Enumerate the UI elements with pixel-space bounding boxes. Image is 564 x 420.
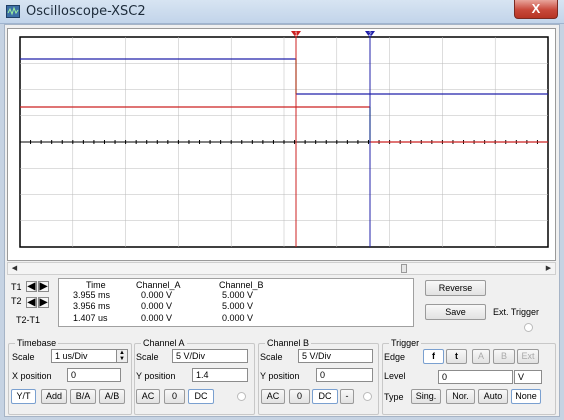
- t1-label: T1: [11, 282, 22, 292]
- channel-b-y-position-label: Y position: [260, 371, 300, 381]
- timebase-scale-field[interactable]: 1 us/Div: [51, 349, 117, 363]
- mode-add-button[interactable]: Add: [41, 389, 67, 404]
- channel-a-title: Channel A: [141, 338, 187, 348]
- t2-time: 3.956 ms: [73, 301, 111, 311]
- trigger-level-label: Level: [384, 371, 406, 381]
- channel-b-dc-button[interactable]: DC: [312, 389, 338, 404]
- timebase-title: Timebase: [15, 338, 59, 348]
- mode-ba-button[interactable]: B/A: [70, 389, 96, 404]
- diff-channel-b: 0.000 V: [222, 313, 254, 323]
- trigger-type-label: Type: [384, 392, 404, 402]
- scope-grid: 12: [19, 31, 549, 248]
- t1-left-arrow-icon[interactable]: ◀: [26, 281, 37, 292]
- oscilloscope-panel: 12 ◀ ▶ T1 ◀ ▶ T2 ◀ ▶ T2-T1 Time Channel_…: [4, 24, 560, 417]
- mode-yt-button[interactable]: Y/T: [11, 389, 36, 404]
- t1-right-arrow-icon[interactable]: ▶: [38, 281, 49, 292]
- channel-b-scale-field[interactable]: 5 V/Div: [298, 349, 373, 363]
- t2-right-arrow-icon[interactable]: ▶: [38, 297, 49, 308]
- trigger-single-button[interactable]: Sing.: [411, 389, 441, 404]
- header-channel-b: Channel_B: [219, 280, 264, 290]
- title-bar: Oscilloscope-XSC2 X: [0, 0, 564, 24]
- t2-t1-label: T2-T1: [16, 315, 41, 325]
- channel-b-y-position-field[interactable]: 0: [316, 368, 373, 382]
- t2-channel-b: 5.000 V: [222, 301, 254, 311]
- t2-channel-a: 0.000 V: [141, 301, 173, 311]
- channel-b-radio[interactable]: [363, 392, 372, 401]
- channel-a-ac-button[interactable]: AC: [136, 389, 160, 404]
- rising-edge-icon: f: [432, 351, 435, 361]
- t2-label: T2: [11, 296, 22, 306]
- channel-b-invert-button[interactable]: -: [340, 389, 354, 404]
- trigger-source-ext-button[interactable]: Ext: [517, 349, 539, 364]
- trigger-level-field[interactable]: 0: [438, 370, 513, 384]
- reverse-button[interactable]: Reverse: [425, 280, 486, 296]
- close-button[interactable]: X: [514, 0, 558, 19]
- t2-left-arrow-icon[interactable]: ◀: [26, 297, 37, 308]
- trigger-source-b-button[interactable]: B: [493, 349, 515, 364]
- trigger-auto-button[interactable]: Auto: [478, 389, 508, 404]
- channel-a-y-position-field[interactable]: 1.4: [192, 368, 248, 382]
- channel-b-title: Channel B: [265, 338, 312, 348]
- close-icon: X: [531, 1, 541, 16]
- header-channel-a: Channel_A: [136, 280, 181, 290]
- ext-trigger-label: Ext. Trigger: [493, 307, 540, 317]
- timebase-scale-label: Scale: [12, 352, 35, 362]
- diff-channel-a: 0.000 V: [141, 313, 173, 323]
- channel-a-radio[interactable]: [237, 392, 246, 401]
- channel-a-dc-button[interactable]: DC: [188, 389, 214, 404]
- scroll-right-icon[interactable]: ▶: [542, 263, 555, 274]
- channel-b-scale-label: Scale: [260, 352, 283, 362]
- scope-screen: 12: [7, 28, 556, 261]
- channel-a-zero-button[interactable]: 0: [164, 389, 185, 404]
- t1-channel-b: 5.000 V: [222, 290, 254, 300]
- header-time: Time: [86, 280, 106, 290]
- channel-b-zero-button[interactable]: 0: [289, 389, 310, 404]
- rising-edge-button[interactable]: f: [423, 349, 444, 364]
- trigger-level-unit[interactable]: V: [514, 370, 542, 384]
- window-title: Oscilloscope-XSC2: [26, 4, 146, 19]
- diff-time: 1.407 us: [73, 313, 108, 323]
- trigger-none-button[interactable]: None: [511, 389, 541, 404]
- channel-a-scale-field[interactable]: 5 V/Div: [172, 349, 248, 363]
- trigger-edge-label: Edge: [384, 352, 406, 362]
- trigger-normal-button[interactable]: Nor.: [446, 389, 475, 404]
- scroll-thumb[interactable]: [401, 264, 407, 273]
- falling-edge-button[interactable]: t: [446, 349, 467, 364]
- save-button[interactable]: Save: [425, 304, 486, 320]
- x-position-label: X position: [12, 371, 52, 381]
- x-position-field[interactable]: 0: [67, 368, 121, 382]
- timebase-scale-spinner-icon[interactable]: ▲ ▼: [116, 349, 128, 363]
- measurement-readout: Time Channel_A Channel_B 3.955 ms 0.000 …: [58, 278, 414, 327]
- falling-edge-icon: t: [455, 351, 458, 361]
- channel-b-ac-button[interactable]: AC: [261, 389, 285, 404]
- horizontal-scrollbar[interactable]: ◀ ▶: [7, 262, 556, 275]
- mode-ab-button[interactable]: A/B: [99, 389, 125, 404]
- channel-a-y-position-label: Y position: [136, 371, 176, 381]
- scroll-left-icon[interactable]: ◀: [8, 263, 21, 274]
- channel-a-scale-label: Scale: [136, 352, 159, 362]
- t1-channel-a: 0.000 V: [141, 290, 173, 300]
- t1-time: 3.955 ms: [73, 290, 111, 300]
- trigger-title: Trigger: [389, 338, 422, 348]
- trigger-source-a-button[interactable]: A: [472, 349, 490, 364]
- oscilloscope-icon: [6, 5, 20, 18]
- ext-trigger-radio[interactable]: [524, 323, 533, 332]
